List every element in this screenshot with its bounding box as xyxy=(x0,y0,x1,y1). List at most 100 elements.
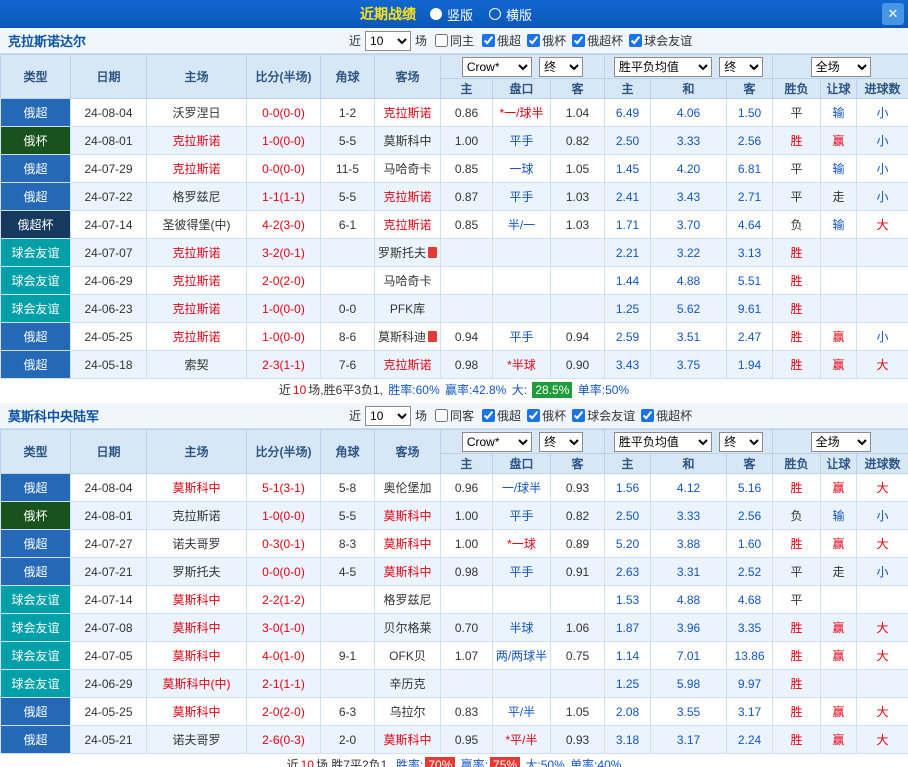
match-count-select[interactable]: 10 xyxy=(365,31,411,51)
match-date: 24-07-29 xyxy=(71,155,147,183)
col-asian-home: 主 xyxy=(441,454,493,474)
away-team: 莫斯科中 xyxy=(375,502,441,530)
col-asian-home: 主 xyxy=(441,79,493,99)
euro-draw-odds: 3.22 xyxy=(651,239,727,267)
asian-handicap: 一/球半 xyxy=(493,474,551,502)
home-team: 克拉斯诺 xyxy=(147,127,247,155)
asian-away-odds: 0.82 xyxy=(551,127,605,155)
col-asian-away: 客 xyxy=(551,454,605,474)
league-filter-checkbox[interactable] xyxy=(482,34,495,47)
match-row: 俄杯24-08-01克拉斯诺1-0(0-0)5-5莫斯科中1.00平手0.822… xyxy=(1,127,908,155)
corner-stat: 8-6 xyxy=(321,323,375,351)
asian-handicap xyxy=(493,670,551,698)
euro-home-odds: 2.59 xyxy=(605,323,651,351)
horizontal-radio-icon[interactable] xyxy=(489,8,501,20)
scope-select[interactable]: 全场 xyxy=(811,432,871,452)
close-button[interactable]: ✕ xyxy=(882,3,904,25)
final-odds-select-2[interactable]: 终 xyxy=(719,432,763,452)
handicap-result: 输 xyxy=(821,502,857,530)
league-filter[interactable]: 俄超 xyxy=(482,32,521,49)
handicap-result: 赢 xyxy=(821,642,857,670)
red-card-icon xyxy=(428,331,437,342)
asian-home-odds: 0.85 xyxy=(441,155,493,183)
league-filter[interactable]: 俄超 xyxy=(482,407,521,424)
vertical-radio-label[interactable]: 竖版 xyxy=(447,5,473,24)
away-team: 克拉斯诺 xyxy=(375,211,441,239)
match-row: 球会友谊24-06-29克拉斯诺2-0(2-0)马哈奇卡1.444.885.51… xyxy=(1,267,908,295)
final-odds-select[interactable]: 终 xyxy=(539,57,583,77)
handicap-result xyxy=(821,586,857,614)
asian-home-odds: 0.85 xyxy=(441,211,493,239)
league-filter[interactable]: 俄超杯 xyxy=(572,32,623,49)
league-type-badge: 俄超 xyxy=(1,530,71,558)
handicap-result: 赢 xyxy=(821,698,857,726)
asian-handicap: 一球 xyxy=(493,155,551,183)
away-team: 克拉斯诺 xyxy=(375,99,441,127)
goals-result xyxy=(857,586,908,614)
goals-result: 小 xyxy=(857,558,908,586)
match-date: 24-08-04 xyxy=(71,474,147,502)
league-filter-checkbox[interactable] xyxy=(572,409,585,422)
asian-home-odds: 0.98 xyxy=(441,351,493,379)
euro-home-odds: 1.14 xyxy=(605,642,651,670)
home-team: 莫斯科中(中) xyxy=(147,670,247,698)
odds-type-select[interactable]: 胜平负均值 xyxy=(614,57,712,77)
league-filter-checkbox[interactable] xyxy=(527,409,540,422)
same-venue-filter[interactable]: 同客 xyxy=(435,407,474,424)
away-team: 莫斯科中 xyxy=(375,558,441,586)
league-filter[interactable]: 俄杯 xyxy=(527,407,566,424)
league-filter[interactable]: 俄杯 xyxy=(527,32,566,49)
goals-result: 大 xyxy=(857,530,908,558)
league-filter-checkbox[interactable] xyxy=(482,409,495,422)
match-date: 24-07-07 xyxy=(71,239,147,267)
euro-draw-odds: 5.62 xyxy=(651,295,727,323)
horizontal-layout-option[interactable]: 横版 xyxy=(489,5,532,24)
company-select[interactable]: Crow* xyxy=(462,57,532,77)
games-label: 场 xyxy=(415,32,427,49)
league-type-badge: 球会友谊 xyxy=(1,642,71,670)
away-team: PFK库 xyxy=(375,295,441,323)
away-team: 马哈奇卡 xyxy=(375,155,441,183)
same-venue-checkbox[interactable] xyxy=(435,409,448,422)
league-filter-checkbox[interactable] xyxy=(641,409,654,422)
summary-segment: 75% xyxy=(490,757,520,767)
horizontal-radio-label[interactable]: 横版 xyxy=(506,5,532,24)
handicap-result: 赢 xyxy=(821,127,857,155)
scope-select[interactable]: 全场 xyxy=(811,57,871,77)
vertical-layout-option[interactable]: 竖版 xyxy=(430,5,473,24)
league-filter-checkbox[interactable] xyxy=(527,34,540,47)
same-venue-filter[interactable]: 同主 xyxy=(435,32,474,49)
match-row: 球会友谊24-07-08莫斯科中3-0(1-0)贝尔格莱0.70半球1.061.… xyxy=(1,614,908,642)
same-venue-label: 同主 xyxy=(450,32,474,49)
league-type-badge: 球会友谊 xyxy=(1,670,71,698)
match-count-select[interactable]: 10 xyxy=(365,406,411,426)
asian-away-odds: 0.94 xyxy=(551,323,605,351)
col-euro-away: 客 xyxy=(727,79,773,99)
league-filter[interactable]: 俄超杯 xyxy=(641,407,692,424)
euro-away-odds: 9.61 xyxy=(727,295,773,323)
corner-stat xyxy=(321,586,375,614)
league-filter-label: 俄超 xyxy=(497,32,521,49)
asian-handicap: 平手 xyxy=(493,183,551,211)
league-type-badge: 俄超 xyxy=(1,558,71,586)
handicap-result: 赢 xyxy=(821,726,857,754)
vertical-radio-icon[interactable] xyxy=(430,8,442,20)
league-filter-checkbox[interactable] xyxy=(572,34,585,47)
col-result: 胜负 xyxy=(773,454,821,474)
asian-away-odds: 0.75 xyxy=(551,642,605,670)
result: 胜 xyxy=(773,726,821,754)
final-odds-select[interactable]: 终 xyxy=(539,432,583,452)
league-filter[interactable]: 球会友谊 xyxy=(629,32,692,49)
odds-type-select[interactable]: 胜平负均值 xyxy=(614,432,712,452)
company-select[interactable]: Crow* xyxy=(462,432,532,452)
league-filter-checkbox[interactable] xyxy=(629,34,642,47)
league-filter[interactable]: 球会友谊 xyxy=(572,407,635,424)
asian-home-odds: 1.00 xyxy=(441,502,493,530)
summary-segment: 场,胜6平3负1, xyxy=(308,383,383,397)
euro-home-odds: 5.20 xyxy=(605,530,651,558)
same-venue-checkbox[interactable] xyxy=(435,34,448,47)
final-odds-select-2[interactable]: 终 xyxy=(719,57,763,77)
result: 平 xyxy=(773,99,821,127)
goals-result: 大 xyxy=(857,642,908,670)
asian-home-odds: 1.00 xyxy=(441,530,493,558)
